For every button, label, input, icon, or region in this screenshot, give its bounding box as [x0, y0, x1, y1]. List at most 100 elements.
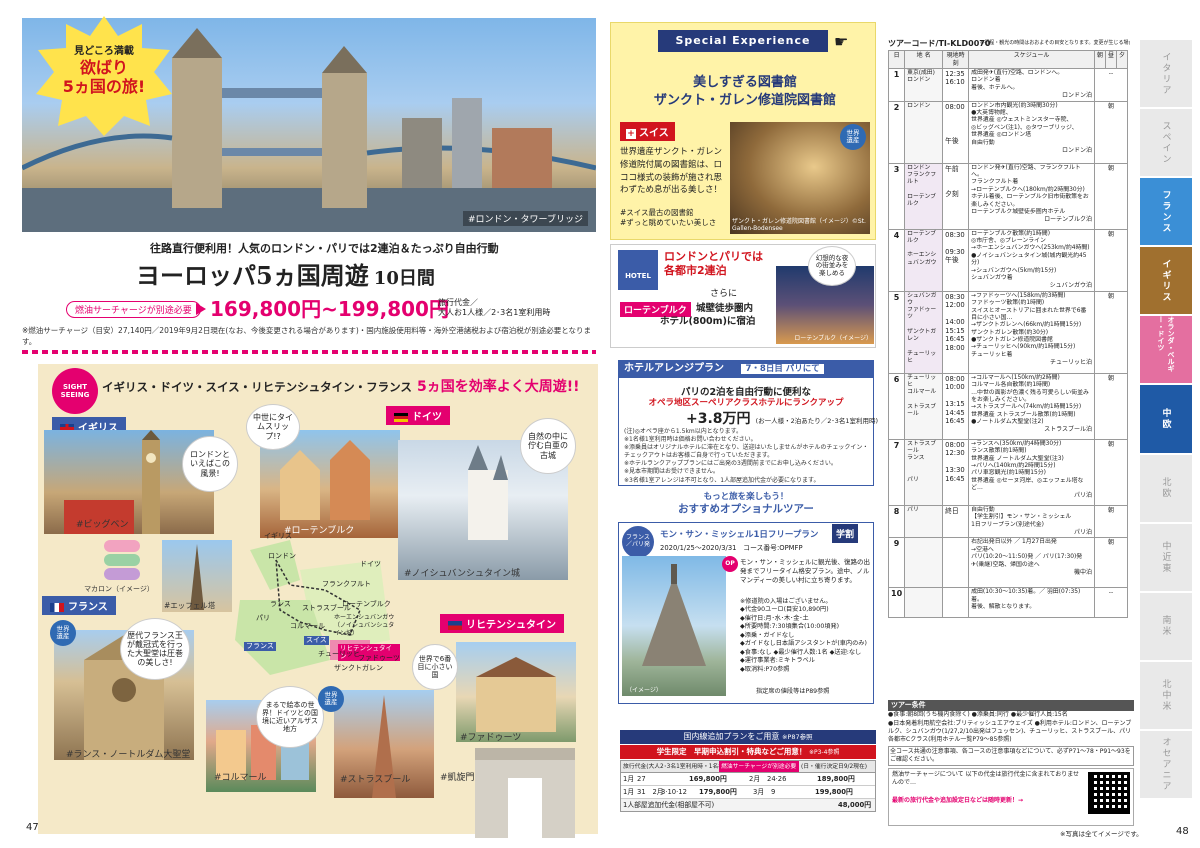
itinerary-place: ロンドン フランクフルト ローテンブルク: [904, 162, 944, 230]
germany-label: ドイツ: [412, 412, 442, 423]
domestic-bar: 国内線追加プランをご用意 ※P87参照: [620, 730, 876, 744]
itinerary-sched: →コルマールへ(150km/約2時間) コルマール各自散策(約1時間) …中世の…: [968, 372, 1095, 440]
special-tag-1: #スイス最古の図書館: [620, 208, 694, 217]
price-row-footer: 1人部屋追加代金(相部屋不可) 48,000円: [621, 799, 875, 811]
itinerary-schedule-text: →ファドゥーツへ(158km/約3時間) ファドゥーツ散策(約1時間) スイスと…: [971, 292, 1087, 358]
optional-heading: もっと旅を楽しもう！ おすすめオプショナルツアー: [618, 492, 874, 517]
itinerary-sched: →ファドゥーツへ(158km/約3時間) ファドゥーツ散策(約1時間) スイスと…: [968, 290, 1095, 374]
itinerary-body: 1 東京(成田) ロンドン 12:35 16:10 成田発✈(直行)空路、ロンドンへ。…: [887, 68, 1129, 619]
itinerary-row: 10 成田(10:30～10:35)着。／ 羽田(07:35)着。 着後、解散とな…: [887, 587, 1129, 619]
optional-footer: 指定席の値段等はP89参照: [756, 688, 830, 695]
hotel-heading: ロンドンとパリでは 各都市2連泊: [664, 250, 763, 279]
tour-code-label: ツアーコード/TI-KLD0070: [888, 39, 991, 48]
student-bar: 学生限定 早期申込割引・特典などご用意！ ※P3-4参照: [620, 745, 876, 759]
country-label-germany: ドイツ: [386, 406, 450, 425]
map-label-zurich: チューリッヒ: [318, 650, 360, 658]
arrange-price-line: +3.8万円 (お一人様・2泊あたり／2･3名1室利用時): [686, 408, 878, 428]
pointer-hand-icon: ☛: [834, 32, 849, 51]
side-tab-8[interactable]: 南米: [1140, 592, 1192, 662]
itinerary-time: 08:00 12:30 13:30 16:45: [942, 438, 970, 506]
itinerary-place: ローテンブルク ホーエンシュバンガウ: [904, 228, 944, 292]
fuel-note: 燃油サーチャージについて 以下の代金は旅行代金に含まれておりませんので…: [892, 771, 1080, 787]
side-tab-3[interactable]: イギリス: [1140, 247, 1192, 317]
itinerary-sched: ロンドン発✈(直行)空路、フランクフルトへ。 フランクフルト着 →ローテンブルク…: [968, 162, 1095, 230]
itinerary-meals: 朝: [1093, 290, 1129, 374]
price-head-3: (日・催行決定日9/2現在): [801, 764, 868, 770]
surcharge-badge: 燃油サーチャージが別途必要: [66, 301, 201, 318]
right-footnote: ※写真は全てイメージです。: [1060, 830, 1143, 838]
itinerary-day: 4: [887, 228, 906, 292]
hero-caption: #ロンドン・タワーブリッジ: [462, 211, 588, 226]
side-tab-1[interactable]: スペイン: [1140, 109, 1192, 179]
itinerary-place: パリ: [904, 504, 944, 539]
fuel-link[interactable]: 最新の旅行代金や追加設定日などは随時更新！→: [892, 797, 1081, 805]
caption-library: ザンクト・ガレン修道院図書館（イメージ）©St. Gallen-Bodensee: [732, 218, 866, 232]
itinerary-stay: シュバンガウ泊: [1049, 282, 1092, 290]
arrange-notes: (注)◎オペラ座から1.5km以内となります。 ※1名様1室利用時は価格お問い合…: [624, 428, 870, 485]
hotel-rothenburg-text-1: 城壁徒歩圏内: [696, 303, 754, 314]
qr-code[interactable]: [1088, 772, 1130, 814]
optional-title: モン・サン・ミッシェル1日フリープラン: [660, 530, 819, 540]
itinerary-place: [904, 587, 944, 619]
th-lunch: 昼: [1104, 50, 1117, 69]
itinerary-place: チューリッヒ コルマール ストラスブール: [904, 372, 944, 440]
itinerary-meals: 朝: [1093, 537, 1129, 589]
itinerary-time: 終日: [942, 504, 970, 539]
special-heading: Special Experience: [658, 30, 828, 52]
side-tab-0[interactable]: イタリア: [1140, 40, 1192, 110]
itinerary-place: 東京(成田) ロンドン: [904, 68, 944, 102]
map-label-st-gallen: ザンクトガレン: [334, 664, 383, 672]
world-heritage-badge-reims: 世界遺産: [50, 620, 76, 646]
caption-bigben: #ビッグベン: [76, 520, 129, 530]
arrange-dates: 7・8日目 パリにて: [741, 364, 824, 374]
price-row-1: 1月 27 169,800円 2月 24·26 189,800円: [621, 773, 875, 786]
arrange-note-5: ※見本市期間はお受けできません。: [624, 468, 719, 476]
student-bar-ref: ※P3-4参照: [808, 749, 840, 756]
itinerary-time: [942, 587, 970, 619]
price-row-2: 1月 31 2月 3·10·12 179,800円 3月 9 199,800円: [621, 786, 875, 799]
side-tab-7[interactable]: 中近東: [1140, 523, 1192, 593]
itinerary-row: 7 ストラスブール ランス パリ 08:00 12:30 13:30 16:45 →ラ…: [887, 438, 1129, 506]
tour-code-note: ※行程・観光の時間はおおよその目安となります。変更が生じる場合があります。: [980, 40, 1130, 46]
itinerary-stay: パリ泊: [1073, 492, 1092, 500]
optional-item-1: ◆代金90ユーロ(目安10,890円): [740, 606, 829, 613]
arrange-note-1: (注)◎オペラ座から1.5km以内となります。: [624, 428, 742, 435]
cell: 48,000円: [837, 801, 871, 809]
hotel-icon-label: HOTEL: [625, 272, 651, 280]
hotel-heading-line-1: ロンドンとパリでは: [664, 250, 763, 263]
tour-condition-2: ●日本発着利用航空会社:ブリティッシュエアウェイズ ●利用ホテル:ロンドン、ロー…: [888, 719, 1132, 743]
itinerary-time: 12:35 16:10: [942, 68, 970, 102]
france-flag-icon: [50, 602, 64, 612]
itinerary-day: 10: [887, 587, 906, 619]
cell: 1月: [623, 788, 635, 796]
arrange-note-2: ※1名様1室利用時は価格お問い合わせください。: [624, 436, 757, 444]
cell: 189,800円: [817, 775, 855, 783]
map-label-london: ロンドン: [268, 552, 296, 560]
side-tab-6[interactable]: 北欧: [1140, 454, 1192, 524]
side-tab-5[interactable]: 中欧: [1140, 385, 1192, 455]
cell: 2月: [749, 775, 761, 783]
itinerary-time: [942, 537, 970, 589]
bubble-rothenburg: 中世にタイムスリップ!?: [246, 404, 300, 450]
country-label-liechtenstein: リヒテンシュタイン: [440, 614, 564, 633]
optional-item-5: ◆ガイドなし日本語アシスタントが(車内のみ): [740, 640, 867, 648]
promo-starburst: 見どころ満載 欲ばり 5ヵ国の旅!: [34, 16, 174, 136]
itinerary-row: 2 ロンドン 08:00 午後 ロンドン市内観光(約3時間30分) ●大英博物館、 世…: [887, 100, 1129, 164]
side-tab-4[interactable]: オランダ・ベルギー・ドイツ: [1140, 316, 1192, 386]
side-tab-2[interactable]: フランス: [1140, 178, 1192, 248]
special-body: 世界遺産ザンクト・ガレン修道院付属の図書館は、ロココ様式の装飾が施され思わずため…: [620, 147, 723, 196]
left-page: #ロンドン・タワーブリッジ 見どころ満載 欲ばり 5ヵ国の旅! 往路直行便利用！…: [0, 0, 600, 848]
domestic-bar-label: 国内線追加プランをご用意: [683, 732, 780, 741]
optional-heading-small: もっと旅を楽しもう！: [703, 492, 789, 502]
tour-conditions: ツアー条件 ●食事:朝8回(うち機内食除く) ●添乗員:同行 ●最少催行人員:1…: [888, 700, 1134, 766]
side-tab-10[interactable]: オセアニア: [1140, 730, 1192, 800]
side-tab-9[interactable]: 北中米: [1140, 661, 1192, 731]
germany-flag-icon: [394, 412, 408, 422]
itinerary-sched: ロンドン市内観光(約3時間30分) ●大英博物館、 世界遺産 ◎ウェストミンスタ…: [968, 100, 1095, 164]
itinerary-schedule-text: 成田発✈(直行)空路、ロンドンへ。 ロンドン着 着後、ホテルへ。: [971, 70, 1064, 91]
caption-eiffel: #エッフェル塔: [164, 601, 216, 610]
itinerary-place: ロンドン: [904, 100, 944, 164]
itinerary-stay: パリ泊: [1073, 528, 1092, 536]
section-heading-countries: イギリス・ドイツ・スイス・リヒテンシュタイン・フランス: [102, 380, 412, 394]
itinerary-meals: 朝: [1093, 372, 1129, 440]
